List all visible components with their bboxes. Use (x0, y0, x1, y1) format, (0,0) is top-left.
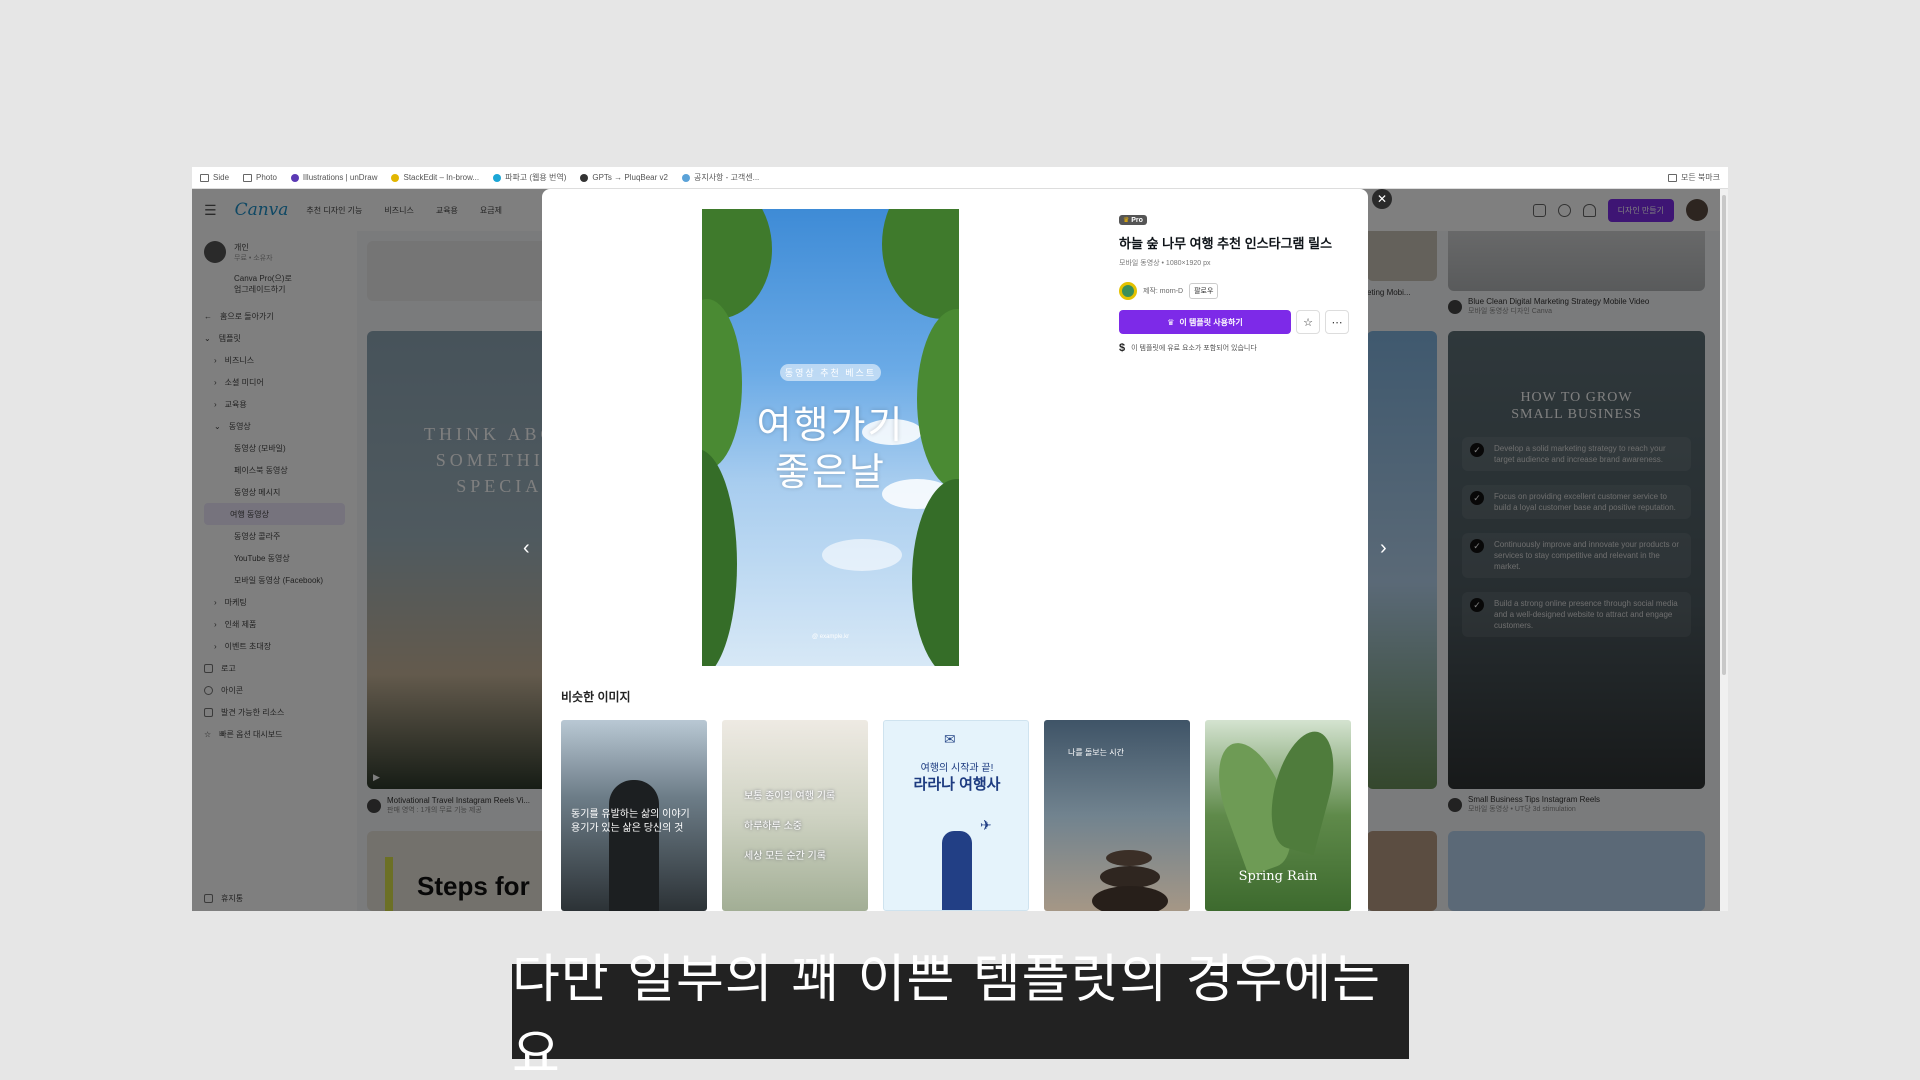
preview-handle: @ example.kr (812, 634, 850, 640)
similar-thumb[interactable]: 동기를 유발하는 삶의 이야기 용기가 있는 삶은 당신의 것 (561, 720, 707, 911)
bookmark-gpts[interactable]: GPTs → PluqBear v2 (580, 173, 668, 182)
prev-arrow-icon[interactable]: ‹ (523, 537, 530, 560)
video-subtitle: 다만 일부의 꽤 이쁜 템플릿의 경우에는요 (512, 950, 1409, 1080)
use-template-label: 이 템플릿 사용하기 (1179, 317, 1243, 327)
action-row: ♛ 이 템플릿 사용하기 ☆ ⋯ (1119, 310, 1349, 334)
crown-icon: ♛ (1123, 217, 1130, 224)
bookmark-label: Side (213, 173, 230, 182)
creator-avatar[interactable] (1119, 282, 1137, 300)
star-button[interactable]: ☆ (1296, 310, 1320, 334)
ticket-icon: ✉ (944, 731, 956, 747)
bookmark-label: GPTs → PluqBear v2 (592, 173, 668, 182)
canva-app: ☰ Canva 추천 디자인 기능 비즈니스 교육용 요금제 디자인 만들기 개… (192, 189, 1720, 911)
scrollbar-thumb[interactable] (1722, 195, 1726, 675)
thumb-title: 라라나 여행사 (913, 776, 1001, 793)
preview-line2: 좋은날 (775, 450, 886, 494)
paid-notice: $ 이 템플릿에 유료 요소가 포함되어 있습니다 (1119, 342, 1349, 354)
creator-name[interactable]: 제작: morn-D (1143, 286, 1183, 296)
bookmark-all[interactable]: 모든 북마크 (1667, 172, 1720, 183)
more-icon: ⋯ (1331, 316, 1343, 329)
dollar-icon: $ (1119, 342, 1126, 354)
bookmarks-bar: Side Photo Illustrations | unDraw StackE… (192, 167, 1728, 189)
bookmark-papago[interactable]: 파파고 (웹용 번역) (493, 172, 566, 183)
close-button[interactable]: ✕ (1372, 189, 1392, 209)
folder-icon (200, 173, 209, 182)
next-arrow-icon[interactable]: › (1380, 537, 1387, 560)
bookmark-label: 공지사항 - 고객센... (693, 173, 760, 182)
similar-thumb[interactable]: Spring Rain (1205, 720, 1351, 911)
bookmark-label: Photo (256, 173, 277, 182)
tree-shape (882, 209, 959, 319)
person-silhouette (609, 780, 659, 911)
undraw-icon (290, 173, 299, 182)
thumb-text: 보통 종이의 여행 기록 하루하루 소중 세상 모든 순간 기록 (744, 791, 836, 862)
bookmark-stackedit[interactable]: StackEdit – In-brow... (391, 173, 479, 182)
plane-icon: ✈ (980, 817, 992, 833)
similar-thumb[interactable]: ✉ 여행의 시작과 끝! 라라나 여행사 ✈ (883, 720, 1029, 911)
similar-list: 동기를 유발하는 삶의 이야기 용기가 있는 삶은 당신의 것 보통 종이의 여… (561, 720, 1351, 911)
folder-icon (1667, 173, 1677, 182)
use-template-button[interactable]: ♛ 이 템플릿 사용하기 (1119, 310, 1291, 334)
creator-row: 제작: morn-D 팔로우 (1119, 282, 1349, 300)
similar-thumb[interactable]: 보통 종이의 여행 기록 하루하루 소중 세상 모든 순간 기록 (722, 720, 868, 911)
template-title: 하늘 숲 나무 여행 추천 인스타그램 릴스 (1119, 236, 1333, 251)
stone-shape (1106, 850, 1152, 866)
bookmark-side[interactable]: Side (200, 173, 229, 182)
follow-button[interactable]: 팔로우 (1189, 283, 1219, 299)
globe-icon (580, 173, 589, 182)
template-preview[interactable]: 동영상 추천 베스트 여행가기 좋은날 @ example.kr (702, 209, 959, 666)
bookmark-undraw[interactable]: Illustrations | unDraw (290, 173, 378, 182)
thumb-text: Spring Rain (1238, 869, 1318, 884)
more-button[interactable]: ⋯ (1325, 310, 1349, 334)
preview-pill: 동영상 추천 베스트 (780, 364, 881, 381)
template-info: ♛ Pro 하늘 숲 나무 여행 추천 인스타그램 릴스 모바일 동영상 • 1… (1119, 209, 1349, 354)
browser-window: Side Photo Illustrations | unDraw StackE… (192, 167, 1728, 911)
cloud-shape (822, 539, 902, 571)
papago-icon (493, 173, 502, 182)
close-icon: ✕ (1376, 192, 1388, 206)
pro-label: Pro (1131, 217, 1143, 224)
thumb-text: 나를 돌보는 시간 (1068, 748, 1124, 757)
template-meta: 모바일 동영상 • 1080×1920 px (1119, 260, 1211, 267)
thumb-text: 여행의 시작과 끝! (920, 763, 994, 774)
bookmark-label: StackEdit – In-brow... (403, 173, 480, 182)
similar-thumb[interactable]: 나를 돌보는 시간 (1044, 720, 1190, 911)
similar-heading: 비슷한 이미지 (561, 690, 631, 704)
star-icon: ☆ (1303, 316, 1313, 329)
pro-badge: ♛ Pro (1119, 215, 1147, 225)
crown-icon: ♛ (1167, 317, 1175, 327)
thumb-text: 동기를 유발하는 삶의 이야기 용기가 있는 삶은 당신의 것 (571, 809, 690, 834)
traveler-silhouette (942, 831, 972, 910)
bookmark-label: 모든 북마크 (1680, 173, 1720, 182)
site-icon (681, 173, 690, 182)
notice-text: 이 템플릿에 유료 요소가 포함되어 있습니다 (1131, 345, 1257, 352)
bookmark-label: Illustrations | unDraw (302, 173, 378, 182)
folder-icon (243, 173, 253, 182)
bookmark-label: 파파고 (웹용 번역) (505, 173, 567, 182)
scrollbar[interactable] (1720, 189, 1728, 911)
stone-shape (1092, 886, 1168, 911)
stackedit-icon (391, 173, 400, 182)
template-modal: 동영상 추천 베스트 여행가기 좋은날 @ example.kr ♛ Pro 하… (542, 189, 1368, 911)
bookmark-photo[interactable]: Photo (243, 173, 277, 182)
bookmark-notice[interactable]: 공지사항 - 고객센... (681, 172, 760, 183)
stone-shape (1100, 866, 1160, 888)
